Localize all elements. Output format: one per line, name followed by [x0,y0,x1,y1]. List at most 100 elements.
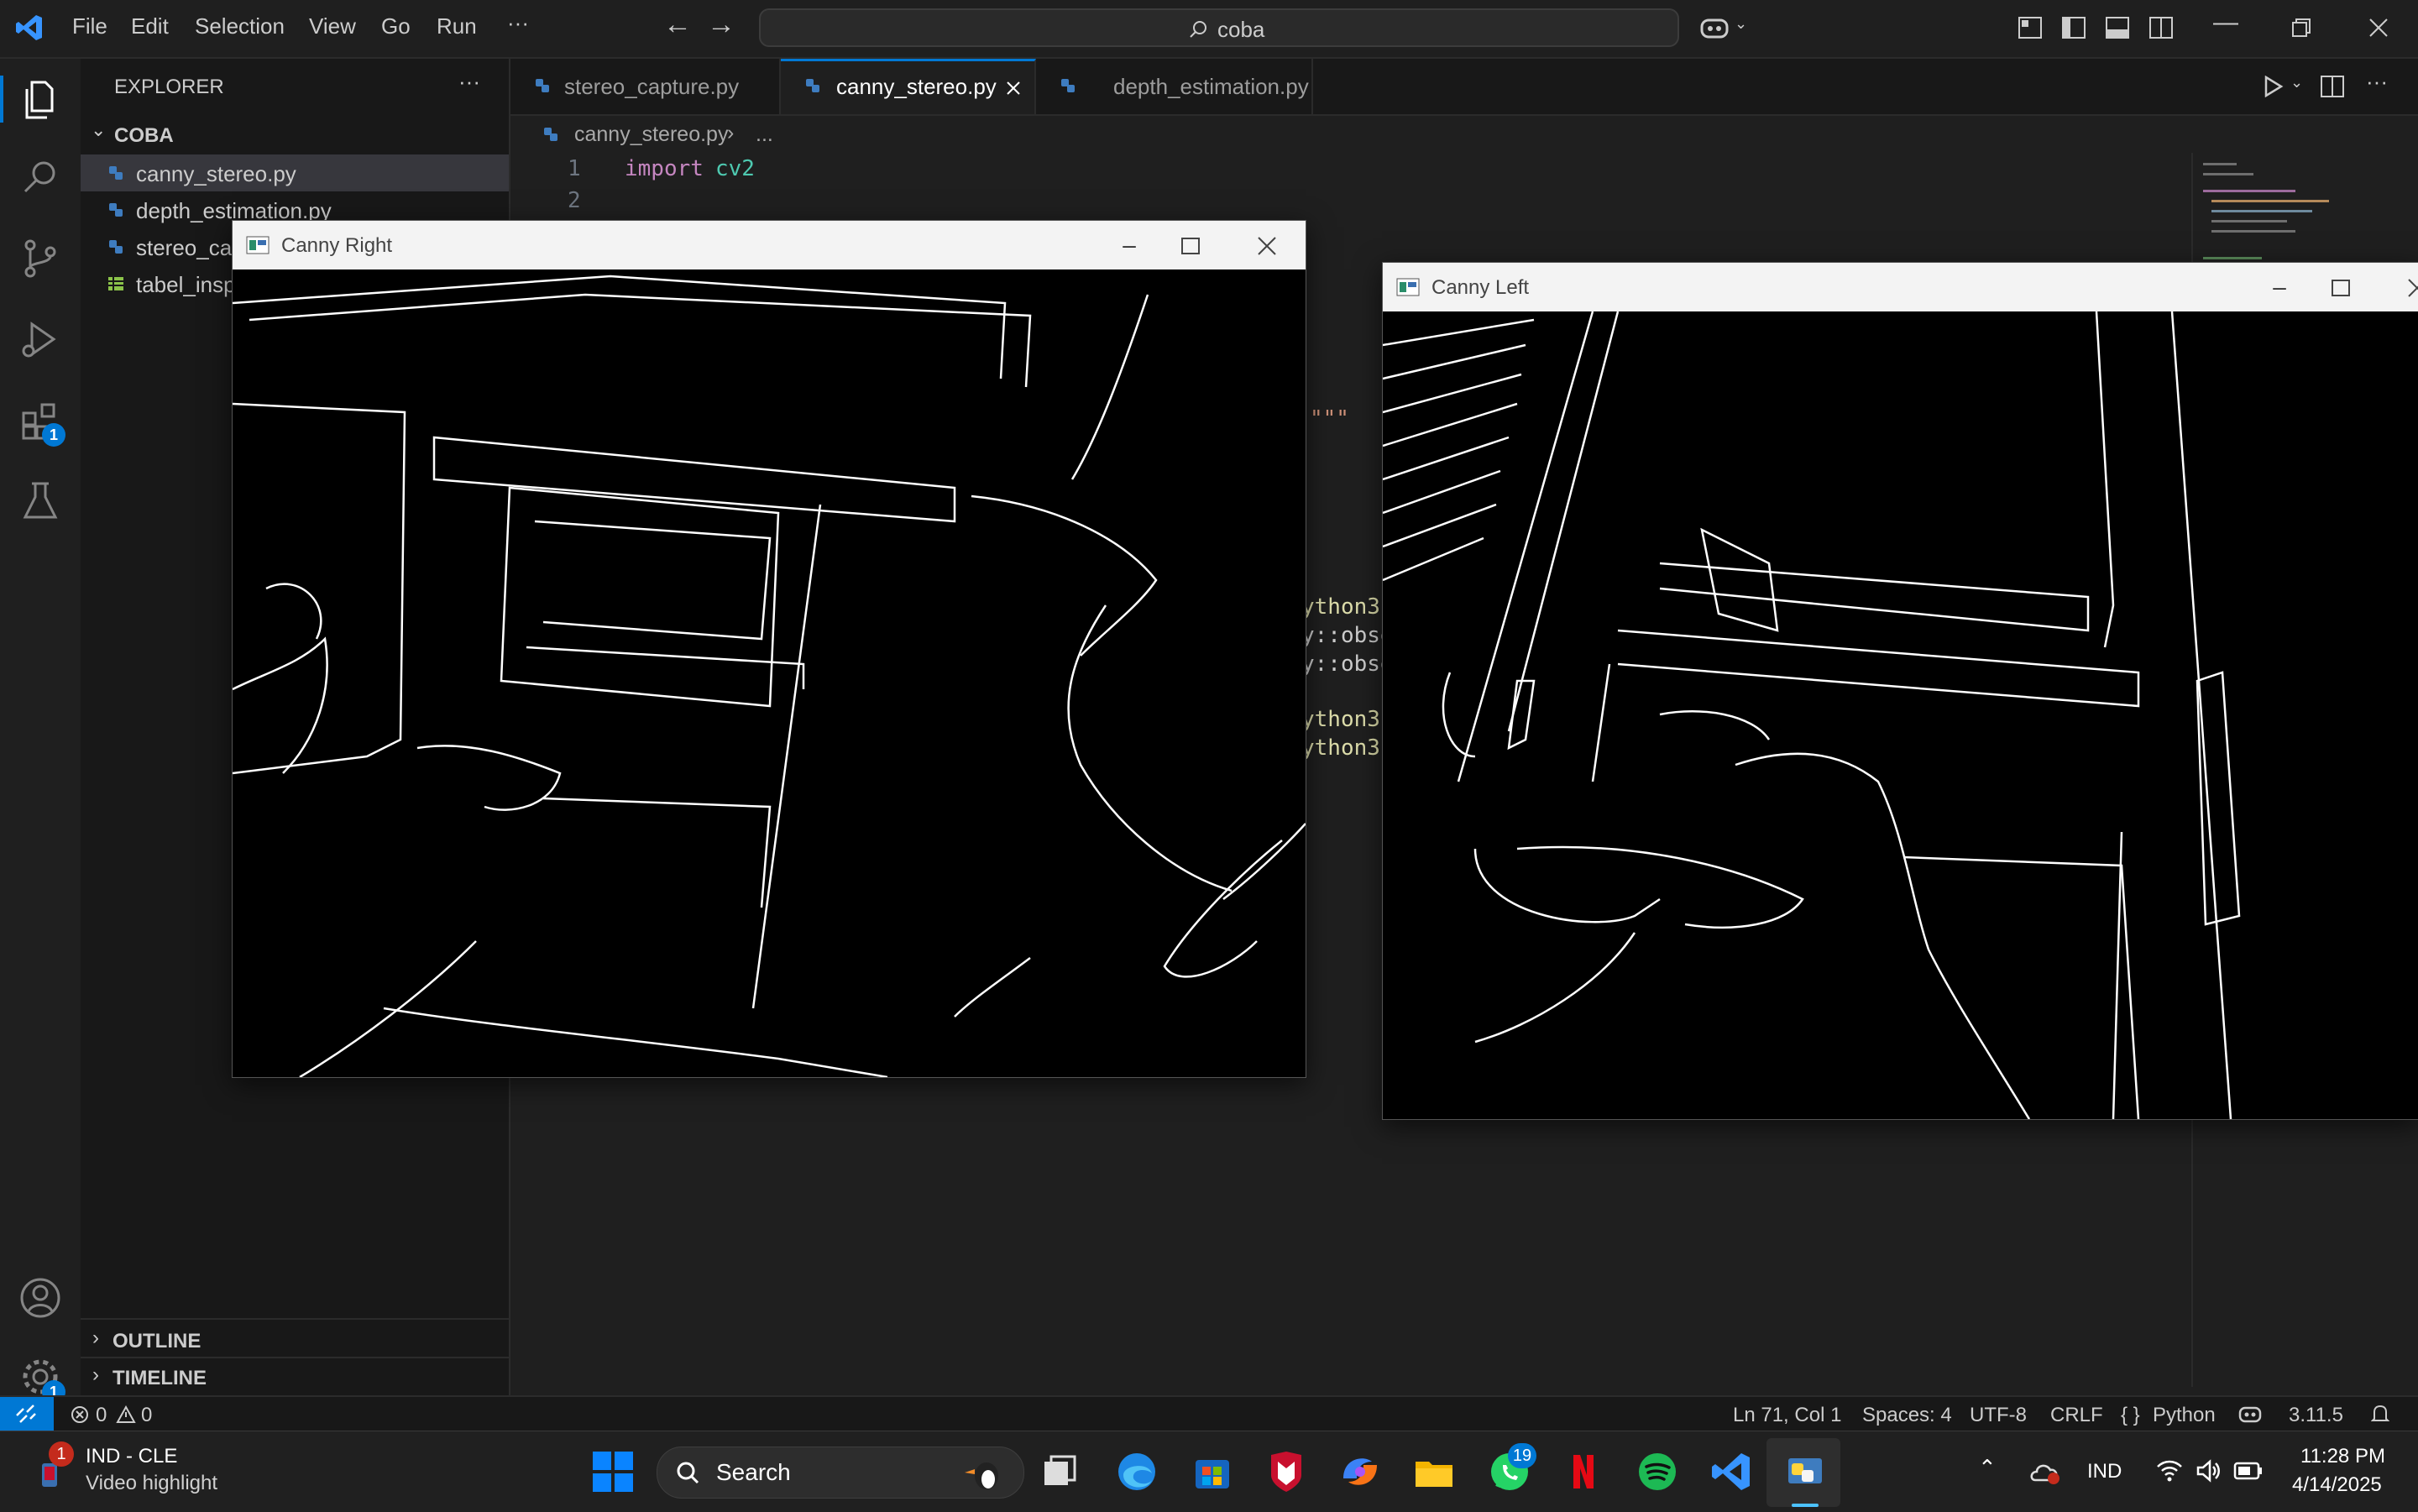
menu-more[interactable]: ··· [507,10,529,36]
error-count[interactable]: 0 [96,1404,107,1427]
restore-icon[interactable] [2292,18,2311,37]
python-file-icon [536,79,549,92]
vscode-icon[interactable] [1709,1450,1753,1494]
cursor-position[interactable]: Ln 71, Col 1 [1733,1404,1841,1427]
customize-layout-icon[interactable] [2018,17,2042,39]
run-debug-icon[interactable] [15,314,65,364]
canny-left-window[interactable]: Canny Left – [1382,262,2418,1120]
minimize-icon[interactable]: – [1112,231,1146,259]
close-icon[interactable] [2407,278,2418,298]
back-arrow-icon[interactable]: ← [663,8,692,41]
timeline-section[interactable]: › TIMELINE [81,1358,509,1395]
editor-more-actions[interactable]: ··· [2366,69,2388,95]
chevron-down-icon[interactable]: ⌄ [2290,74,2303,92]
tab-label: stereo_capture.py [564,74,740,99]
warning-icon[interactable] [116,1405,136,1424]
mcafee-icon[interactable] [1264,1450,1308,1494]
close-tab-icon[interactable] [1006,81,1021,96]
toggle-primary-sidebar-icon[interactable] [2062,17,2086,39]
tab-stereo-capture[interactable]: stereo_capture.py [510,59,781,114]
toggle-secondary-sidebar-icon[interactable] [2149,17,2173,39]
language-mode[interactable]: Python [2153,1404,2216,1427]
volume-icon[interactable] [2195,1458,2222,1483]
tab-canny-stereo[interactable]: canny_stereo.py [781,59,1036,114]
maximize-icon[interactable] [1181,238,1200,254]
code-fragment: ython31 [1301,594,1394,620]
news-title[interactable]: IND - CLE [86,1445,177,1468]
battery-icon[interactable] [2233,1462,2264,1480]
menu-view[interactable]: View [309,13,356,39]
close-icon[interactable] [1257,236,1277,256]
indentation[interactable]: Spaces: 4 [1862,1404,1952,1427]
code-fragment: y::obse [1301,623,1394,648]
command-center-search[interactable]: coba [759,8,1679,47]
account-icon[interactable] [15,1273,65,1323]
canny-right-edge-image [233,275,1306,1077]
window-titlebar[interactable]: Canny Right – [233,221,1306,269]
clock-date[interactable]: 4/14/2025 [2292,1473,2382,1497]
clock-time[interactable]: 11:28 PM [2300,1445,2385,1468]
windows-start-icon[interactable] [591,1450,635,1494]
python-file-icon [109,240,123,254]
split-editor-icon[interactable] [2321,76,2344,97]
tab-depth-estimation[interactable]: depth_estimation.py [1036,59,1313,114]
taskbar-search[interactable]: Search [657,1447,1024,1499]
spotify-icon[interactable] [1636,1450,1679,1494]
testing-icon[interactable] [15,475,65,526]
outline-section[interactable]: › OUTLINE [81,1321,509,1358]
python-file-icon [1061,79,1075,92]
minimize-icon[interactable]: — [2213,8,2238,37]
news-subtitle[interactable]: Video highlight [86,1472,217,1495]
active-app-indicator [1792,1504,1819,1507]
python-app-icon[interactable] [1783,1450,1827,1494]
copilot-app-icon[interactable] [1338,1450,1382,1494]
breadcrumb-rest[interactable]: ... [756,123,773,147]
search-icon[interactable] [15,153,65,203]
sidebar-more-button[interactable]: ··· [458,69,480,95]
tab-label: canny_stereo.py [836,74,997,99]
minimize-icon[interactable]: – [2263,273,2296,301]
copilot-icon[interactable] [1699,15,1733,42]
canny-right-window[interactable]: Canny Right – [232,220,1306,1078]
toggle-panel-icon[interactable] [2106,17,2129,39]
wifi-icon[interactable] [2156,1458,2183,1483]
line-ending[interactable]: CRLF [2050,1404,2103,1427]
activity-bar: 1 1 [0,59,82,1404]
remote-indicator[interactable] [0,1397,54,1431]
netflix-icon[interactable] [1562,1450,1605,1494]
python-version[interactable]: 3.11.5 [2289,1404,2343,1427]
onedrive-error-icon[interactable] [2030,1460,2060,1485]
microsoft-store-icon[interactable] [1191,1450,1234,1494]
chevron-down-icon: ⌄ [91,119,107,140]
warning-count[interactable]: 0 [141,1404,152,1427]
menu-selection[interactable]: Selection [195,13,285,39]
canny-left-edge-image [1383,311,2241,1119]
maximize-icon[interactable] [2332,280,2350,296]
copilot-status-icon[interactable] [2238,1404,2262,1424]
sidebar-title: EXPLORER [114,76,224,98]
chevron-down-icon[interactable]: ⌄ [1735,15,1747,33]
notification-bell-icon[interactable] [2371,1404,2389,1424]
forward-arrow-icon[interactable]: → [707,8,735,41]
menu-file[interactable]: File [72,13,107,39]
file-item-canny-stereo[interactable]: canny_stereo.py [81,154,509,191]
edge-browser-icon[interactable] [1115,1450,1159,1494]
python-file-icon [109,166,123,180]
chevron-up-icon[interactable]: ⌃ [1978,1455,1997,1481]
close-icon[interactable] [2369,18,2388,37]
menu-edit[interactable]: Edit [131,13,169,39]
menu-go[interactable]: Go [381,13,411,39]
error-icon[interactable] [71,1405,89,1424]
explorer-icon[interactable] [15,74,65,124]
breadcrumb-file[interactable]: canny_stereo.py [574,123,728,147]
source-control-icon[interactable] [15,233,65,284]
encoding[interactable]: UTF-8 [1970,1404,2027,1427]
timeline-title: TIMELINE [113,1367,207,1389]
window-titlebar[interactable]: Canny Left – [1383,263,2418,311]
run-python-file-icon[interactable] [2264,76,2284,97]
folder-header[interactable]: ⌄ COBA [81,116,509,153]
input-language[interactable]: IND [2087,1460,2122,1483]
task-view-icon[interactable] [1038,1450,1081,1494]
file-explorer-icon[interactable] [1412,1450,1456,1494]
menu-run[interactable]: Run [437,13,477,39]
